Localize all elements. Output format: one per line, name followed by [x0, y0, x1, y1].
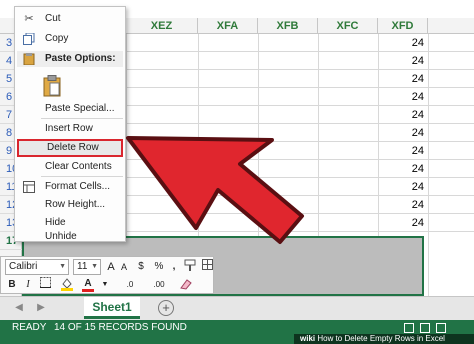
mini-toolbar: Calibri ▼ 11 ▼ A A $ % , B I A ▼ .0 .00 — [0, 256, 214, 294]
decrease-decimal-button[interactable]: .00 — [147, 277, 171, 293]
column-header-xfd[interactable]: XFD — [378, 18, 428, 34]
sheet-tab-sheet1[interactable]: Sheet1 — [84, 297, 140, 319]
column-header-xfa[interactable]: XFA — [198, 18, 258, 34]
menu-item-cut[interactable]: ✂ Cut — [17, 11, 123, 27]
menu-item-unhide[interactable]: Unhide — [17, 231, 123, 245]
grow-font-button[interactable]: A — [105, 259, 117, 275]
cell-value[interactable]: 24 — [378, 178, 428, 196]
watermark: wiki How to Delete Empty Rows in Excel — [294, 334, 474, 344]
menu-label: Insert Row — [45, 123, 93, 134]
cell-value[interactable]: 24 — [378, 52, 428, 70]
watermark-title: How to Delete Empty Rows in Excel — [317, 334, 445, 343]
menu-label: Hide — [45, 217, 66, 228]
paste-clipboard-icon[interactable] — [43, 75, 61, 97]
cell-value[interactable]: 24 — [378, 88, 428, 106]
borders-dropdown-icon[interactable] — [39, 277, 53, 293]
add-sheet-button[interactable]: + — [158, 300, 174, 316]
font-name-value: Calibri — [9, 261, 38, 272]
menu-label: Clear Contents — [45, 161, 112, 172]
menu-label: Copy — [45, 33, 69, 44]
menu-item-copy[interactable]: Copy — [17, 31, 123, 47]
borders-icon[interactable] — [201, 259, 213, 275]
cell-value[interactable]: 24 — [378, 196, 428, 214]
italic-button[interactable]: I — [23, 277, 33, 293]
prev-sheet-icon[interactable]: ◀ — [12, 301, 26, 315]
menu-label: Row Height... — [45, 199, 106, 210]
sheet-tab-bar: ◀ ▶ Sheet1 + — [0, 296, 474, 320]
cell-value[interactable]: 24 — [378, 106, 428, 124]
clipboard-icon — [23, 53, 35, 66]
menu-item-insert-row[interactable]: Insert Row — [17, 121, 123, 137]
cell-value[interactable]: 24 — [378, 124, 428, 142]
excel-window: XEZ XFA XFB XFC XFD 3 4 5 6 7 8 9 10 11 … — [0, 0, 474, 344]
chevron-down-icon[interactable]: ▼ — [101, 277, 109, 293]
font-size-value: 11 — [77, 261, 88, 272]
column-header-xfb[interactable]: XFB — [258, 18, 318, 34]
menu-label: Cut — [45, 13, 61, 24]
menu-label: Format Cells... — [45, 181, 111, 192]
column-header-xez[interactable]: XEZ — [126, 18, 198, 34]
cell-value[interactable]: 24 — [378, 34, 428, 52]
cell-value[interactable]: 24 — [378, 214, 428, 232]
cell-value[interactable]: 24 — [378, 70, 428, 88]
page-break-icon[interactable] — [436, 323, 446, 333]
copy-icon — [23, 32, 35, 45]
comma-style-button[interactable]: , — [169, 259, 179, 275]
format-cells-icon — [23, 181, 35, 193]
next-sheet-icon[interactable]: ▶ — [34, 301, 48, 315]
menu-header-paste-options: Paste Options: — [17, 51, 123, 67]
status-mode: READY — [12, 322, 47, 333]
menu-item-delete-row[interactable]: Delete Row — [17, 139, 123, 157]
increase-decimal-button[interactable]: .0 — [119, 277, 141, 293]
format-painter-icon[interactable] — [183, 259, 197, 275]
fill-color-icon[interactable] — [59, 277, 75, 293]
clear-format-icon[interactable] — [177, 277, 193, 293]
menu-label: Paste Special... — [45, 103, 115, 114]
menu-item-paste-special[interactable]: Paste Special... — [17, 101, 123, 117]
menu-item-hide[interactable]: Hide — [17, 215, 123, 231]
bold-button[interactable]: B — [7, 277, 17, 293]
menu-label: Unhide — [45, 231, 77, 242]
context-menu: ✂ Cut Copy Paste Options: Paste Special.… — [14, 6, 126, 242]
page-layout-icon[interactable] — [420, 323, 430, 333]
currency-button[interactable]: $ — [135, 259, 147, 275]
font-color-button[interactable]: A — [81, 276, 95, 292]
shrink-font-button[interactable]: A — [119, 259, 129, 275]
cell-value[interactable]: 24 — [378, 160, 428, 178]
status-records: 14 OF 15 RECORDS FOUND — [54, 322, 187, 333]
cell-value[interactable]: 24 — [378, 142, 428, 160]
font-size-select[interactable]: 11 ▼ — [73, 259, 101, 275]
font-color-label: A — [84, 278, 92, 289]
menu-label: Paste Options: — [45, 53, 116, 64]
normal-view-icon[interactable] — [404, 323, 414, 333]
menu-item-row-height[interactable]: Row Height... — [17, 197, 123, 213]
scissors-icon: ✂ — [24, 13, 34, 25]
font-name-select[interactable]: Calibri ▼ — [5, 259, 69, 275]
column-header-xfc[interactable]: XFC — [318, 18, 378, 34]
menu-label: Delete Row — [47, 142, 99, 153]
percent-button[interactable]: % — [153, 259, 165, 275]
watermark-brand: wiki — [300, 334, 316, 343]
menu-item-clear-contents[interactable]: Clear Contents — [17, 159, 123, 175]
menu-item-format-cells[interactable]: Format Cells... — [17, 179, 123, 195]
